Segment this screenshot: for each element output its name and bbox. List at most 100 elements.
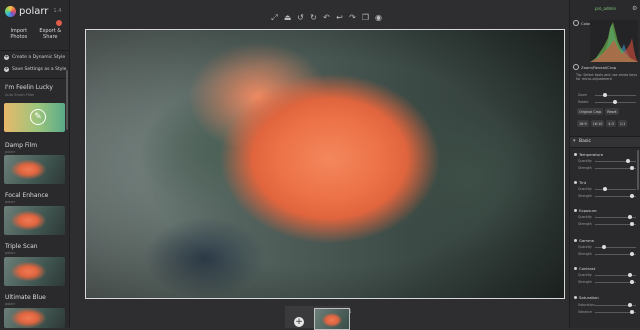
exposure-group[interactable]: Exposure — [574, 208, 597, 213]
preset-title: Focal Enhance — [5, 192, 49, 199]
slider-track[interactable] — [595, 187, 636, 191]
adjust-icon[interactable]: ⏏ — [281, 12, 294, 24]
slider-label: Strength — [578, 222, 592, 226]
undo-all-icon[interactable]: ↩ — [333, 12, 346, 24]
gamma-group[interactable]: Gamma — [574, 238, 594, 243]
slider-label: Saturation — [578, 303, 595, 307]
slider-track[interactable] — [595, 280, 636, 284]
tint-quantity-slider[interactable]: Quantity — [578, 187, 636, 191]
zoom-slider[interactable]: Zoom — [578, 93, 636, 97]
slider-knob[interactable] — [629, 252, 634, 256]
slider-track[interactable] — [595, 245, 636, 249]
app-version: 1.4 — [53, 8, 62, 14]
slider-knob[interactable] — [603, 93, 608, 97]
vibrance-slider[interactable]: Vibrance — [578, 310, 636, 314]
temperature-quantity-slider[interactable]: Quantity — [578, 159, 636, 163]
slider-track[interactable] — [595, 166, 636, 170]
preset-thumb-triple-scan[interactable] — [4, 257, 65, 286]
user-name[interactable]: pro_admin — [595, 6, 616, 11]
add-photo-button[interactable]: + — [294, 317, 304, 327]
toggle-icon — [573, 20, 579, 26]
rotate-right-icon[interactable]: ↻ — [307, 12, 320, 24]
slider-knob[interactable] — [629, 280, 634, 284]
slider-knob[interactable] — [629, 310, 634, 314]
photo-canvas[interactable] — [85, 29, 565, 299]
preset-subtitle: Auto Smart Filter — [5, 93, 35, 97]
preset-subtitle: polarr — [5, 150, 16, 154]
top-toolbar: ⤢ ⏏ ↺ ↻ ↶ ↩ ↷ ❐ ◉ — [268, 12, 385, 24]
ratio-4-3-button[interactable]: 4:3 — [606, 120, 616, 127]
slider-knob[interactable] — [629, 222, 634, 226]
gamma-quantity-slider[interactable]: Quantity — [578, 245, 636, 249]
rotate-left-icon[interactable]: ↺ — [294, 12, 307, 24]
slider-track[interactable] — [595, 222, 636, 226]
gamma-strength-slider[interactable]: Strength — [578, 252, 636, 256]
create-style-button[interactable]: + Create a Dynamic Style — [4, 55, 65, 60]
preview-eye-icon[interactable]: ◉ — [372, 12, 385, 24]
preset-thumb-damp-film[interactable] — [4, 155, 65, 184]
ratio-16-9-button[interactable]: 16:9 — [577, 120, 589, 127]
import-photos-button[interactable]: Import Photos — [3, 24, 35, 48]
save-style-label: Save Settings as a Style — [12, 67, 67, 72]
slider-track[interactable] — [595, 215, 636, 219]
saturation-slider[interactable]: Saturation — [578, 303, 636, 307]
slider-track[interactable] — [595, 303, 636, 307]
slider-knob[interactable] — [613, 100, 618, 104]
original-crop-button[interactable]: Original Crop — [577, 108, 604, 115]
slider-label: Quantity — [578, 273, 592, 277]
slider-track[interactable] — [595, 252, 636, 256]
reset-button[interactable]: Reset — [605, 108, 619, 115]
contrast-quantity-slider[interactable]: Quantity — [578, 273, 636, 277]
temperature-group[interactable]: Temperature — [574, 152, 603, 157]
crop-icon[interactable]: ⤢ — [268, 12, 281, 24]
group-title: Exposure — [579, 208, 597, 213]
exposure-quantity-slider[interactable]: Quantity — [578, 215, 636, 219]
save-style-button[interactable]: + Save Settings as a Style — [4, 67, 66, 72]
contrast-strength-slider[interactable]: Strength — [578, 280, 636, 284]
slider-track[interactable] — [595, 93, 636, 97]
slider-knob[interactable] — [627, 273, 632, 277]
tint-strength-slider[interactable]: Strength — [578, 194, 636, 198]
saturation-group[interactable]: Saturation — [574, 295, 599, 300]
slider-label: Quantity — [578, 215, 592, 219]
ratio-16-10-button[interactable]: 16:10 — [590, 120, 605, 127]
slider-track[interactable] — [595, 100, 636, 104]
slider-knob[interactable] — [627, 303, 632, 307]
gear-icon[interactable]: ⚙ — [632, 5, 637, 12]
slider-knob[interactable] — [629, 194, 634, 198]
export-share-button[interactable]: Export & Share — [35, 20, 67, 48]
group-title: Contrast — [579, 266, 596, 271]
undo-icon[interactable]: ↶ — [320, 12, 333, 24]
magic-wand-icon: ✎ — [30, 109, 46, 125]
create-style-label: Create a Dynamic Style — [12, 55, 66, 60]
basic-section-header[interactable]: ▾ Basic — [570, 136, 640, 148]
group-title: Temperature — [579, 152, 604, 157]
group-title: Tint — [579, 180, 587, 185]
slider-knob[interactable] — [625, 159, 630, 163]
compare-icon[interactable]: ❐ — [359, 12, 372, 24]
filmstrip-thumbnail[interactable] — [314, 308, 350, 330]
slider-knob[interactable] — [629, 166, 634, 170]
slider-label: Rotate — [578, 100, 589, 104]
slider-track[interactable] — [595, 273, 636, 277]
contrast-group[interactable]: Contrast — [574, 266, 595, 271]
temperature-strength-slider[interactable]: Strength — [578, 166, 636, 170]
preset-thumb-lucky[interactable]: ✎ — [4, 103, 65, 132]
slider-knob[interactable] — [603, 187, 608, 191]
rotate-slider[interactable]: Rotate — [578, 100, 636, 104]
slider-track[interactable] — [595, 159, 636, 163]
slider-track[interactable] — [595, 310, 636, 314]
zoom-reveal-crop-toggle[interactable]: Zoom/Reveal/Crop — [573, 64, 616, 70]
slider-knob[interactable] — [602, 245, 607, 249]
preset-thumb-ultimate-blue[interactable] — [4, 308, 65, 328]
left-scrollbar[interactable] — [66, 70, 68, 130]
right-scrollbar[interactable] — [637, 150, 639, 190]
preset-thumb-focal-enhance[interactable] — [4, 206, 65, 235]
exposure-strength-slider[interactable]: Strength — [578, 222, 636, 226]
slider-track[interactable] — [595, 194, 636, 198]
slider-knob[interactable] — [627, 215, 632, 219]
redo-icon[interactable]: ↷ — [346, 12, 359, 24]
ratio-1-1-button[interactable]: 1:1 — [617, 120, 628, 127]
tint-group[interactable]: Tint — [574, 180, 586, 185]
preset-subtitle: polarr — [5, 302, 16, 306]
